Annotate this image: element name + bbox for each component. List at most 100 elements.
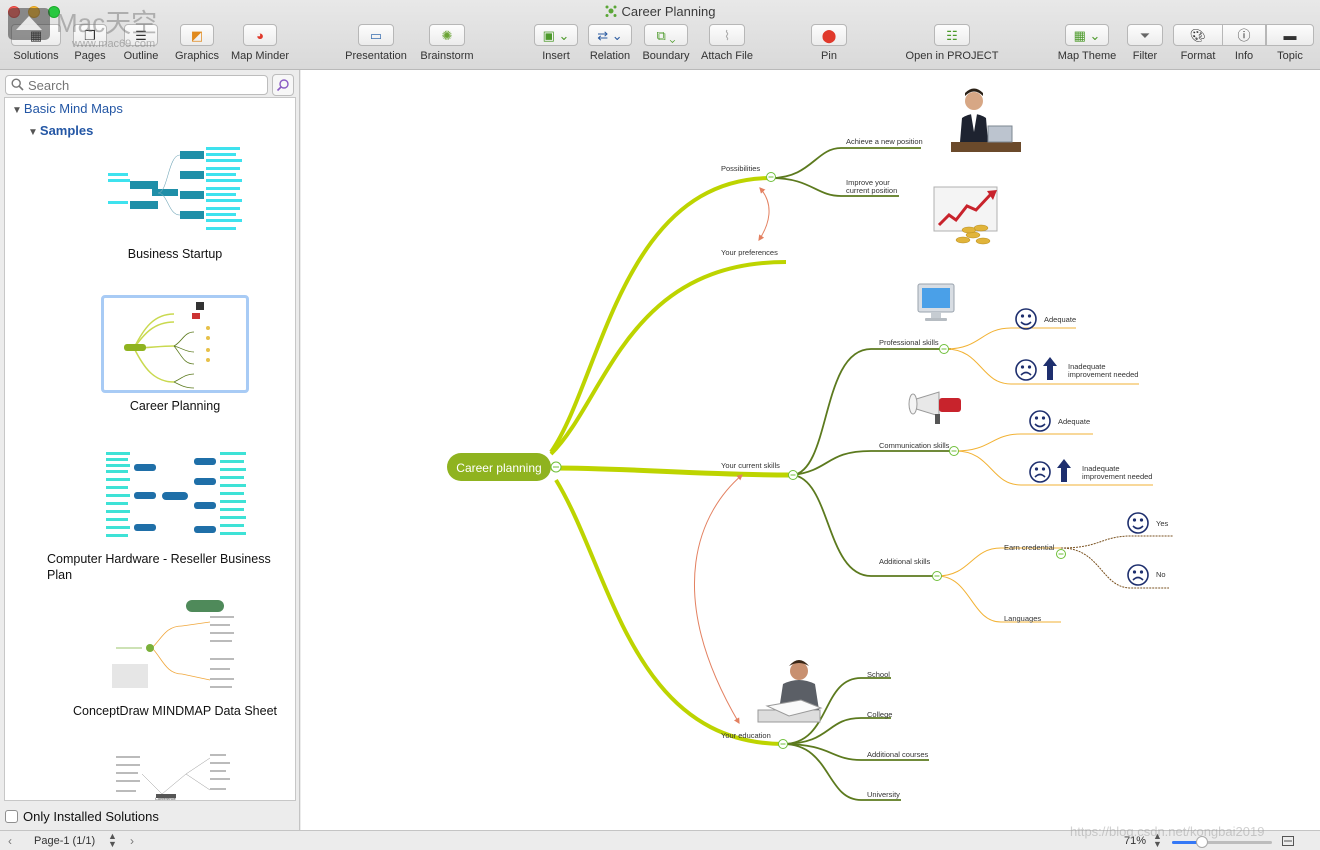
- happy-face-icon: [1127, 512, 1149, 534]
- arrow-up-icon: [1043, 357, 1057, 380]
- topic-professional-skills[interactable]: Professional skills: [879, 338, 939, 347]
- info-button[interactable]: ⓘ Info: [1222, 24, 1266, 62]
- relation-skills-education: [694, 474, 743, 725]
- tree-item-samples[interactable]: ▼ Samples: [28, 123, 93, 138]
- page-stepper[interactable]: ▲ ▼: [108, 832, 117, 849]
- topic-inadequate-1-line2[interactable]: improvement needed: [1068, 370, 1138, 379]
- tree-item-basic-mind-maps[interactable]: ▼ Basic Mind Maps: [12, 101, 123, 116]
- sample-label-data-sheet[interactable]: ConceptDraw MINDMAP Data Sheet: [25, 703, 295, 719]
- growth-chart-icon: [933, 186, 998, 245]
- sample-label-career-planning[interactable]: Career Planning: [25, 398, 295, 414]
- sample-label-computer-hardware[interactable]: Computer Hardware - Reseller Business Pl…: [47, 551, 287, 583]
- paperclip-icon: ⌇: [723, 27, 731, 43]
- boundary-button[interactable]: ⧉ ⌄ Boundary: [638, 24, 694, 62]
- filter-label: Filter: [1132, 50, 1158, 62]
- format-label: Format: [1180, 50, 1216, 62]
- topic-languages[interactable]: Languages: [1004, 614, 1041, 623]
- sad-face-icon: [1015, 359, 1037, 381]
- insert-button[interactable]: ▣ ⌄ Insert: [530, 24, 582, 62]
- topic-earn-credential[interactable]: Earn credential: [1004, 543, 1055, 552]
- sample-label-conference[interactable]: Conference: [155, 796, 176, 800]
- fit-page-icon[interactable]: [1282, 836, 1294, 846]
- topic-adequate-1[interactable]: Adequate: [1044, 315, 1076, 324]
- site-logo-watermark: Mac天空 www.mac69.com: [8, 8, 157, 50]
- format-button[interactable]: 🎨︎ Format: [1172, 24, 1224, 62]
- map-theme-button[interactable]: ▦ ⌄ Map Theme: [1052, 24, 1122, 62]
- relation-icon: ⇄ ⌄: [597, 27, 623, 43]
- map-minder-button[interactable]: ◕ Map Minder: [226, 24, 294, 62]
- branch-languages: [936, 575, 1061, 623]
- toggle-minus-marks: [768, 176, 1064, 745]
- disclosure-triangle-icon: ▼: [12, 105, 22, 116]
- sample-thumbnail-business-startup[interactable]: [102, 143, 250, 239]
- presentation-icon: ▭: [369, 27, 383, 43]
- topic-possibilities[interactable]: Possibilities: [721, 164, 760, 173]
- topic-additional-courses[interactable]: Additional courses: [867, 750, 929, 759]
- topic-your-education[interactable]: Your education: [721, 731, 771, 740]
- attach-file-button[interactable]: ⌇ Attach File: [696, 24, 758, 62]
- topic-yes[interactable]: Yes: [1156, 519, 1168, 528]
- topic-inadequate-2-line2[interactable]: improvement needed: [1082, 472, 1152, 481]
- map-minder-label: Map Minder: [230, 50, 290, 62]
- topic-college[interactable]: College: [867, 710, 892, 719]
- search-icon: [11, 78, 24, 91]
- topic-improve-position-line2[interactable]: current position: [846, 186, 897, 195]
- topic-no[interactable]: No: [1156, 570, 1166, 579]
- open-in-project-button[interactable]: ☷ Open in PROJECT: [902, 24, 1002, 62]
- relation-button[interactable]: ⇄ ⌄ Relation: [584, 24, 636, 62]
- insert-label: Insert: [542, 50, 570, 62]
- topic-communication-skills[interactable]: Communication skills: [879, 441, 950, 450]
- next-page-icon[interactable]: ›: [130, 834, 134, 848]
- project-icon: ☷: [946, 27, 958, 43]
- data-sheet-preview: [112, 600, 234, 688]
- branch-achieve: [770, 147, 921, 179]
- mindmap-canvas[interactable]: Career planning Possibilities Achieve a …: [301, 70, 1320, 830]
- sample-thumbnail-career-planning[interactable]: [101, 295, 249, 393]
- topic-icon: ▬: [1283, 27, 1297, 43]
- tree-root-label: Basic Mind Maps: [23, 101, 123, 116]
- branch-education: [554, 478, 784, 746]
- search-input[interactable]: [28, 77, 263, 93]
- topic-additional-skills[interactable]: Additional skills: [879, 557, 931, 566]
- pin-icon: ⬤: [821, 27, 837, 43]
- disclosure-triangle-icon: ▼: [28, 127, 38, 138]
- samples-tree: ▼ Basic Mind Maps ▼ Samples Business Start…: [4, 97, 296, 801]
- topic-school[interactable]: School: [867, 670, 890, 679]
- zoom-slider[interactable]: [1172, 836, 1272, 848]
- sample-thumbnail-conference[interactable]: [102, 750, 250, 800]
- only-installed-solutions-checkbox[interactable]: Only Installed Solutions: [5, 809, 159, 824]
- map-minder-icon: ◕: [256, 27, 264, 43]
- happy-face-icon: [1029, 410, 1051, 432]
- pin-button[interactable]: ⬤ Pin: [810, 24, 848, 62]
- info-label: Info: [1234, 50, 1254, 62]
- topic-achieve-new-position[interactable]: Achieve a new position: [846, 137, 923, 146]
- map-theme-icon: ▦ ⌄: [1073, 27, 1101, 43]
- presentation-button[interactable]: ▭ Presentation: [340, 24, 412, 62]
- sample-thumbnail-computer-hardware[interactable]: [102, 448, 250, 544]
- topic-adequate-2[interactable]: Adequate: [1058, 417, 1090, 426]
- central-topic[interactable]: Career planning: [447, 453, 562, 481]
- sample-label-business-startup[interactable]: Business Startup: [25, 246, 295, 262]
- prev-page-icon[interactable]: ‹: [8, 834, 12, 848]
- branch-communication: [792, 450, 954, 476]
- arrow-up-icon: [1057, 459, 1071, 482]
- search-options-button[interactable]: [272, 74, 294, 96]
- filter-icon: ⏷: [1139, 27, 1151, 43]
- branch-adequate-1: [945, 327, 1076, 350]
- pin-label: Pin: [821, 50, 837, 62]
- sample-thumbnail-data-sheet[interactable]: [102, 598, 250, 694]
- filter-button[interactable]: ⏷ Filter: [1126, 24, 1164, 62]
- topic-current-skills[interactable]: Your current skills: [721, 461, 780, 470]
- app-window: Career Planning ▦ Solutions ❐ Pages ☰ Ou…: [0, 0, 1320, 850]
- topic-your-preferences[interactable]: Your preferences: [721, 248, 778, 257]
- mindmap-diagram: Career planning Possibilities Achieve a …: [447, 88, 1173, 801]
- mindmap-doc-icon: [605, 5, 617, 17]
- search-field[interactable]: [5, 75, 268, 95]
- topic-button[interactable]: ▬ Topic: [1265, 24, 1315, 62]
- brainstorm-button[interactable]: ✺ Brainstorm: [415, 24, 479, 62]
- branch-no: [1060, 547, 1169, 589]
- topic-university[interactable]: University: [867, 790, 900, 799]
- palette-icon: 🎨︎: [1189, 27, 1207, 43]
- topic-label: Topic: [1277, 50, 1303, 62]
- checkbox-box[interactable]: [5, 810, 18, 823]
